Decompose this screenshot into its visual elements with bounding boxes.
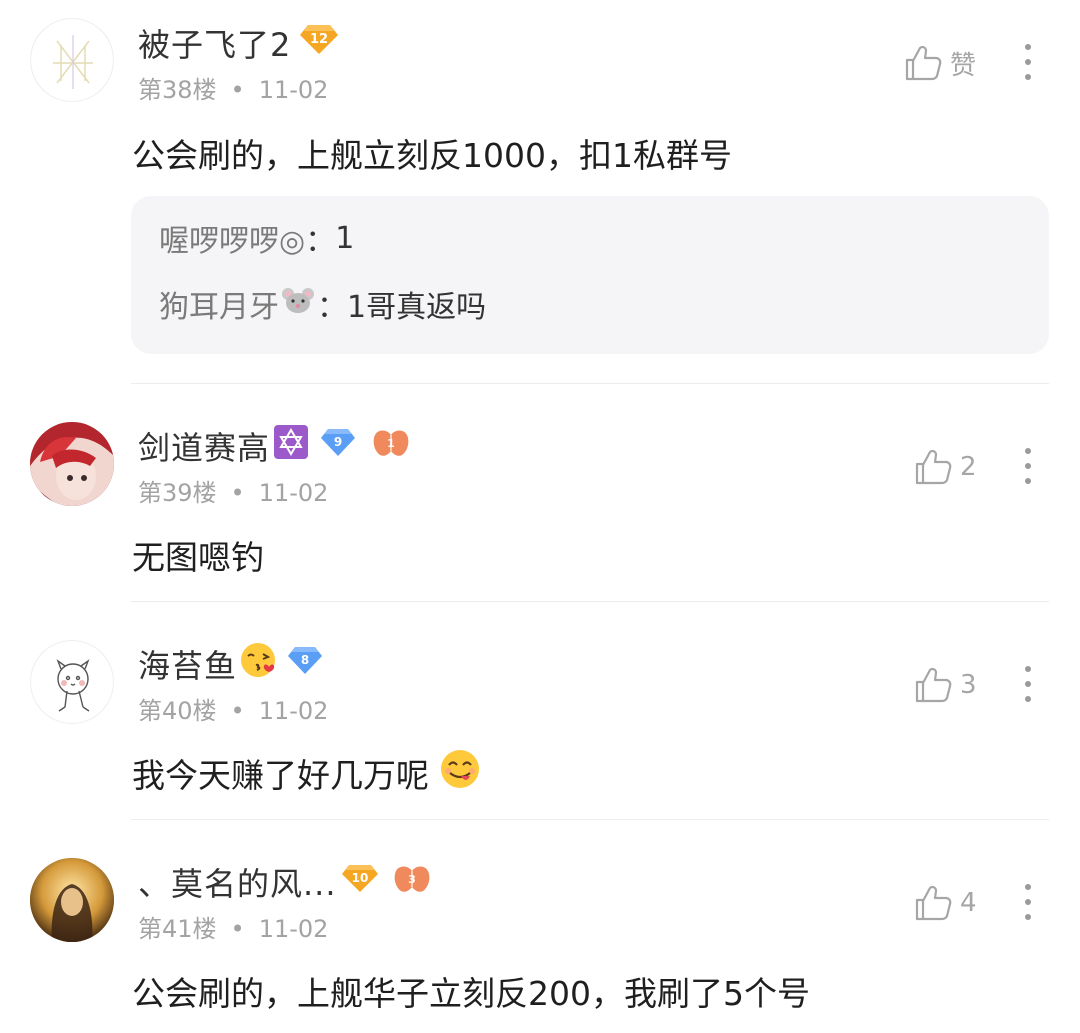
svg-text:8: 8 (301, 653, 309, 667)
comment-date: 11-02 (258, 915, 329, 943)
comment-text: 公会刷的，上舰立刻反1000，扣1私群号 (132, 136, 732, 175)
floor-number: 第38楼 (138, 76, 217, 104)
like-count: 4 (960, 888, 977, 918)
comment-text-content: 我今天赚了好几万呢 (132, 756, 429, 795)
svg-text:10: 10 (351, 871, 368, 885)
username-row: 、莫名的风... 10 3 (138, 860, 431, 904)
reply-author[interactable]: 狗耳月牙 (159, 282, 279, 326)
yum-face-icon (439, 748, 481, 798)
like-button[interactable]: 赞 (904, 41, 976, 85)
mouse-face-icon (281, 285, 315, 323)
comment-meta: 第39楼 • 11-02 (138, 473, 328, 508)
like-button[interactable]: 2 (914, 445, 977, 489)
reply-text: 1 (335, 220, 355, 256)
comment-meta: 第41楼 • 11-02 (138, 909, 328, 944)
reply-item[interactable]: 狗耳月牙 ： 1哥真返吗 (159, 282, 486, 326)
meta-separator: • (230, 915, 245, 943)
comment-text: 无图嗯钓 (132, 538, 264, 577)
like-count: 3 (960, 670, 977, 700)
avatar-image (56, 659, 90, 712)
avatar[interactable] (30, 640, 114, 724)
comment-item: 剑道赛高 9 1 第39楼 • 11-02 2 无图嗯钓 (0, 384, 1080, 602)
star-of-david-icon (274, 425, 309, 467)
thumbs-up-icon (915, 667, 952, 703)
meta-separator: • (230, 479, 245, 507)
thumbs-up-icon (915, 449, 952, 485)
comment-text: 公会刷的，上舰华子立刻反200，我刷了5个号 (132, 974, 810, 1013)
username-row: 剑道赛高 9 1 (138, 424, 410, 468)
floor-number: 第41楼 (138, 915, 217, 943)
like-count: 2 (960, 452, 977, 482)
level-badge: 8 (287, 645, 323, 683)
meta-separator: • (230, 697, 245, 725)
comment-item: 、莫名的风... 10 3 第41楼 • 11-02 4 公会刷的，上舰华子立刻反2… (0, 820, 1080, 1033)
like-label: 赞 (950, 50, 977, 81)
reply-colon: ： (317, 290, 347, 325)
comment-date: 11-02 (258, 697, 329, 725)
username-row: 被子飞了2 12 (138, 21, 339, 65)
username[interactable]: 海苔鱼 (138, 641, 237, 687)
floor-number: 第39楼 (138, 479, 217, 507)
kissing-face-icon (239, 641, 277, 687)
svg-text:3: 3 (408, 873, 416, 886)
comment-text: 我今天赚了好几万呢 (132, 748, 481, 798)
avatar-image (30, 858, 114, 942)
comment-item: 被子飞了2 12 第38楼 • 11-02 赞 公会刷的，上舰立刻反1000，扣1私… (0, 0, 1080, 384)
avatar[interactable] (30, 18, 114, 102)
comment-date: 11-02 (258, 76, 329, 104)
reply-colon: ： (305, 224, 336, 259)
level-badge: 10 (341, 863, 379, 901)
fan-medal-badge: 3 (393, 863, 431, 901)
more-options-button[interactable] (1018, 880, 1038, 924)
username[interactable]: 被子飞了2 (138, 20, 291, 66)
meta-separator: • (230, 76, 245, 104)
thumbs-up-icon (915, 885, 952, 921)
replies-box[interactable]: 喔啰啰啰◎： 1 狗耳月牙 ： 1哥真返吗 (131, 196, 1049, 354)
svg-text:12: 12 (310, 32, 328, 47)
level-badge: 12 (299, 23, 339, 63)
avatar[interactable] (30, 422, 114, 506)
reply-text: 1哥真返吗 (347, 290, 487, 325)
svg-text:1: 1 (387, 437, 395, 450)
comment-date: 11-02 (258, 479, 329, 507)
avatar-image (30, 422, 114, 506)
comment-item: 海苔鱼 8 第40楼 • 11-02 3 我今天赚了好几万呢 (0, 602, 1080, 820)
avatar[interactable] (30, 858, 114, 942)
comment-meta: 第40楼 • 11-02 (138, 691, 328, 726)
username-row: 海苔鱼 8 (138, 642, 323, 686)
more-options-button[interactable] (1018, 662, 1038, 706)
like-button[interactable]: 4 (914, 881, 977, 925)
more-options-button[interactable] (1018, 40, 1038, 84)
username[interactable]: 、莫名的风... (138, 859, 337, 905)
avatar-image (53, 35, 93, 89)
svg-text:9: 9 (334, 435, 342, 449)
fan-medal-badge: 1 (372, 427, 410, 465)
level-badge: 9 (320, 427, 356, 465)
username[interactable]: 剑道赛高 (138, 423, 270, 469)
comment-meta: 第38楼 • 11-02 (138, 70, 328, 105)
more-options-button[interactable] (1018, 444, 1038, 488)
like-button[interactable]: 3 (914, 663, 977, 707)
thumbs-up-icon (905, 45, 942, 81)
reply-author[interactable]: 喔啰啰啰◎ (159, 216, 305, 260)
floor-number: 第40楼 (138, 697, 217, 725)
reply-item[interactable]: 喔啰啰啰◎： 1 (159, 216, 354, 260)
